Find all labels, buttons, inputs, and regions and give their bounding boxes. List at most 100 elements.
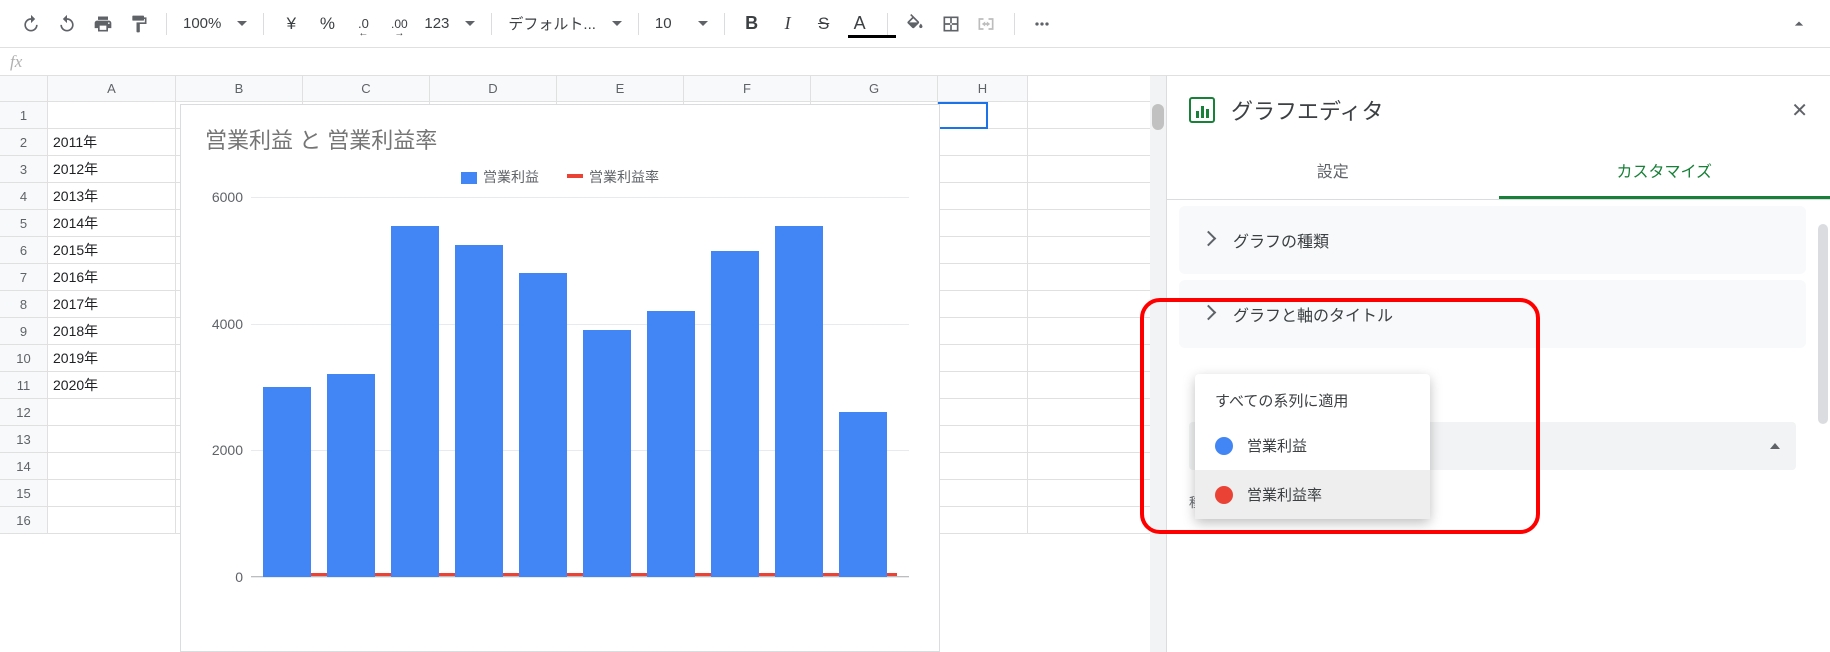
tab-setup[interactable]: 設定 (1167, 144, 1499, 199)
cell[interactable] (48, 102, 176, 128)
chart-bar (839, 412, 887, 577)
redo-button[interactable] (50, 7, 84, 41)
strikethrough-button[interactable]: S (807, 7, 841, 41)
row-header[interactable]: 15 (0, 480, 48, 506)
embedded-chart[interactable]: 営業利益 と 営業利益率 営業利益 営業利益率 0200040006000 (180, 104, 940, 652)
cell[interactable]: 2015年 (48, 237, 176, 263)
collapse-toolbar-button[interactable] (1782, 7, 1816, 41)
number-format-dropdown[interactable]: 123 (418, 7, 481, 41)
tab-customize[interactable]: カスタマイズ (1499, 144, 1830, 199)
borders-button[interactable] (934, 7, 968, 41)
formula-bar[interactable]: fx (0, 48, 1830, 76)
row-header[interactable]: 7 (0, 264, 48, 290)
chart-legend: 営業利益 営業利益率 (181, 159, 939, 197)
cell[interactable] (938, 318, 1028, 344)
cell[interactable] (938, 102, 1028, 128)
row-header[interactable]: 13 (0, 426, 48, 452)
cell[interactable]: 2012年 (48, 156, 176, 182)
cell[interactable] (938, 507, 1028, 533)
panel-scrollbar[interactable] (1816, 158, 1830, 652)
more-toolbar-button[interactable] (1025, 7, 1059, 41)
row-header[interactable]: 9 (0, 318, 48, 344)
cell[interactable]: 2014年 (48, 210, 176, 236)
chart-bar (455, 245, 503, 578)
row-header[interactable]: 6 (0, 237, 48, 263)
cell[interactable] (938, 426, 1028, 452)
cell[interactable] (938, 480, 1028, 506)
font-label: デフォルト... (508, 13, 596, 34)
row-header[interactable]: 12 (0, 399, 48, 425)
dropdown-option-label: 営業利益 (1247, 435, 1307, 456)
spreadsheet-grid[interactable]: A B C D E F G H 122011年32012年42013年52014… (0, 76, 1150, 652)
cell[interactable] (938, 210, 1028, 236)
cell[interactable]: 2017年 (48, 291, 176, 317)
cell[interactable] (938, 183, 1028, 209)
paint-format-button[interactable] (122, 7, 156, 41)
cell[interactable]: 2019年 (48, 345, 176, 371)
cell[interactable]: 2020年 (48, 372, 176, 398)
vertical-scrollbar[interactable] (1150, 76, 1166, 652)
select-all-corner[interactable] (0, 76, 48, 101)
row-header[interactable]: 1 (0, 102, 48, 128)
undo-button[interactable] (14, 7, 48, 41)
cell[interactable]: 2018年 (48, 318, 176, 344)
cell[interactable]: 2016年 (48, 264, 176, 290)
close-panel-button[interactable]: ✕ (1791, 98, 1808, 123)
row-header[interactable]: 8 (0, 291, 48, 317)
fx-icon: fx (0, 52, 40, 72)
chart-bar (775, 226, 823, 578)
col-header-F[interactable]: F (684, 76, 811, 101)
row-header[interactable]: 16 (0, 507, 48, 533)
format-percent-button[interactable]: % (310, 7, 344, 41)
row-header[interactable]: 5 (0, 210, 48, 236)
cell[interactable] (48, 480, 176, 506)
decrease-decimal-button[interactable]: .0← (346, 7, 380, 41)
cell[interactable] (938, 237, 1028, 263)
col-header-H[interactable]: H (938, 76, 1028, 101)
cell[interactable] (938, 291, 1028, 317)
italic-button[interactable]: I (771, 7, 805, 41)
col-header-D[interactable]: D (430, 76, 557, 101)
merge-cells-button[interactable] (970, 7, 1004, 41)
dropdown-option-series1[interactable]: 営業利益 (1195, 421, 1430, 470)
row-header[interactable]: 11 (0, 372, 48, 398)
chart-title: 営業利益 と 営業利益率 (181, 105, 939, 159)
row-header[interactable]: 14 (0, 453, 48, 479)
zoom-dropdown[interactable]: 100% (177, 7, 253, 41)
cell[interactable] (48, 399, 176, 425)
cell[interactable] (48, 453, 176, 479)
cell[interactable] (48, 507, 176, 533)
text-color-button[interactable]: A (843, 7, 877, 41)
format-currency-button[interactable]: ¥ (274, 7, 308, 41)
section-chart-titles[interactable]: グラフと軸のタイトル (1179, 280, 1806, 348)
section-chart-style[interactable]: グラフの種類 (1179, 206, 1806, 274)
increase-decimal-button[interactable]: .00→ (382, 7, 416, 41)
col-header-B[interactable]: B (176, 76, 303, 101)
cell[interactable] (48, 426, 176, 452)
column-headers: A B C D E F G H (0, 76, 1150, 102)
row-header[interactable]: 4 (0, 183, 48, 209)
font-size-dropdown[interactable]: 10 (649, 7, 714, 41)
col-header-A[interactable]: A (48, 76, 176, 101)
font-family-dropdown[interactable]: デフォルト... (502, 7, 628, 41)
cell[interactable] (938, 453, 1028, 479)
cell[interactable] (938, 156, 1028, 182)
dropdown-option-series2[interactable]: 営業利益率 (1195, 470, 1430, 519)
dropdown-apply-all[interactable]: すべての系列に適用 (1195, 374, 1430, 421)
cell[interactable] (938, 345, 1028, 371)
print-button[interactable] (86, 7, 120, 41)
row-header[interactable]: 3 (0, 156, 48, 182)
cell[interactable] (938, 264, 1028, 290)
col-header-E[interactable]: E (557, 76, 684, 101)
cell[interactable]: 2013年 (48, 183, 176, 209)
fill-color-button[interactable] (898, 7, 932, 41)
col-header-G[interactable]: G (811, 76, 938, 101)
row-header[interactable]: 2 (0, 129, 48, 155)
cell[interactable] (938, 129, 1028, 155)
cell[interactable] (938, 372, 1028, 398)
cell[interactable]: 2011年 (48, 129, 176, 155)
row-header[interactable]: 10 (0, 345, 48, 371)
col-header-C[interactable]: C (303, 76, 430, 101)
cell[interactable] (938, 399, 1028, 425)
bold-button[interactable]: B (735, 7, 769, 41)
